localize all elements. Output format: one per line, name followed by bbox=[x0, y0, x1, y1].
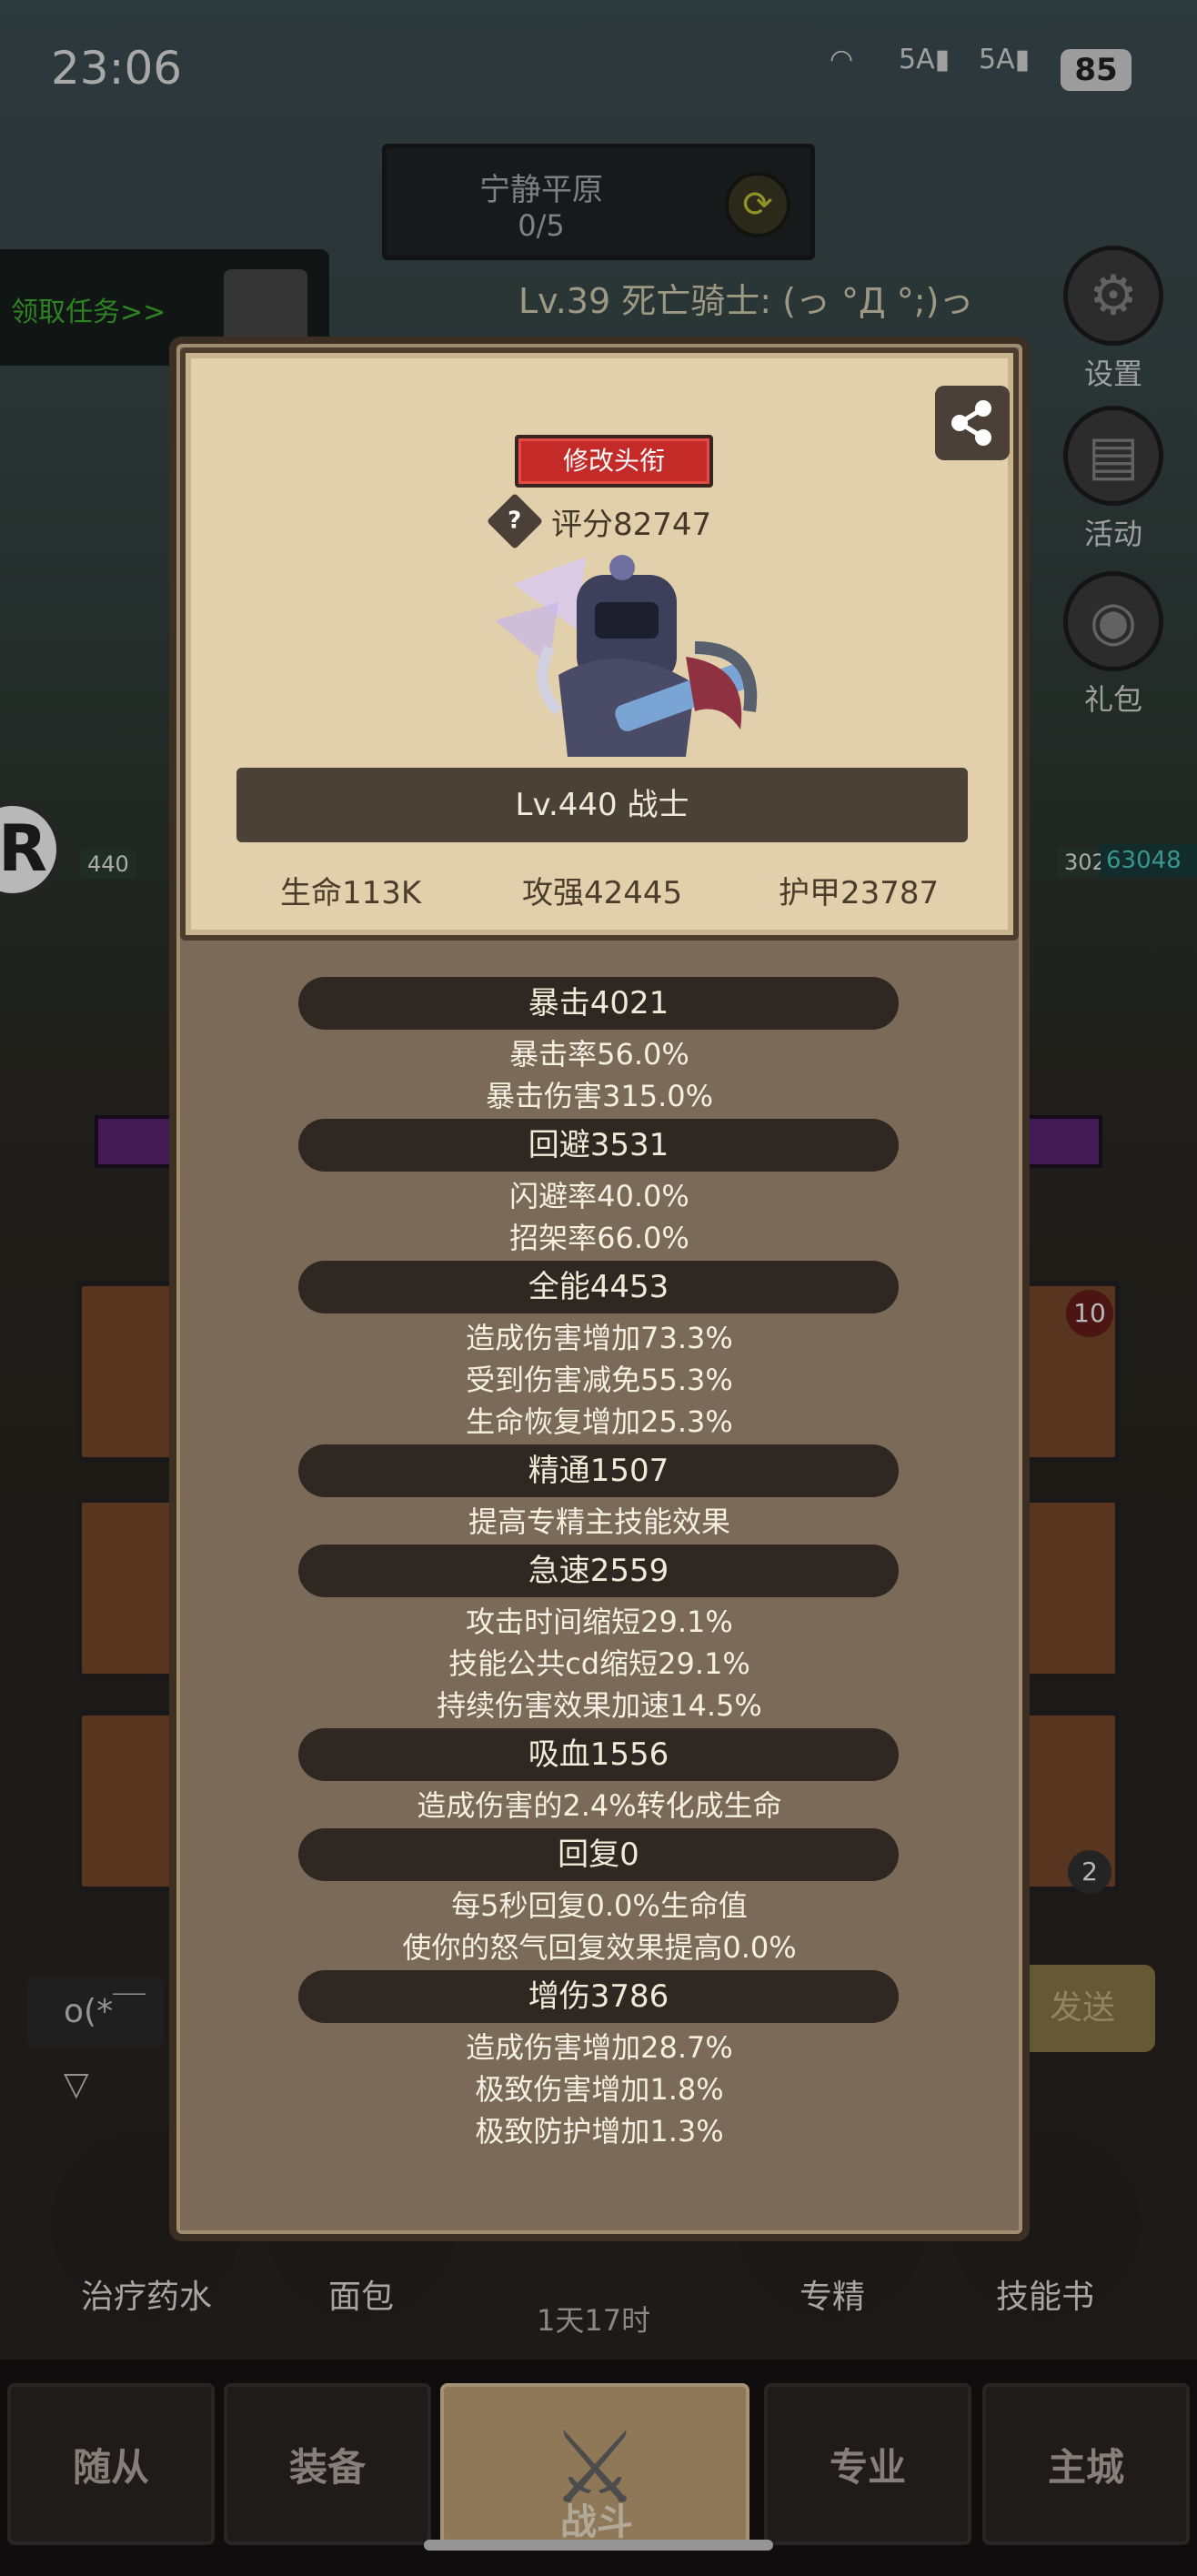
hp-stat: 生命113K bbox=[280, 875, 422, 911]
share-icon bbox=[951, 400, 991, 446]
main-stats-row: 生命113K 攻强42445 护甲23787 bbox=[186, 859, 1024, 913]
stat-line: 持续伤害效果加速14.5% bbox=[437, 1688, 762, 1723]
stat-line: 造成伤害增加73.3% bbox=[466, 1321, 733, 1355]
stat-line: 造成伤害增加28.7% bbox=[466, 2030, 733, 2065]
section-header-crit: 暴击4021 bbox=[298, 977, 899, 1030]
section-header-lifesteal: 吸血1556 bbox=[298, 1728, 899, 1781]
section-header-regen: 回复0 bbox=[298, 1828, 899, 1881]
stat-line: 每5秒回复0.0%生命值 bbox=[451, 1888, 748, 1923]
stat-line: 生命恢复增加25.3% bbox=[466, 1404, 733, 1439]
stat-line: 造成伤害的2.4%转化成生命 bbox=[417, 1788, 782, 1823]
stat-line: 使你的怒气回复效果提高0.0% bbox=[402, 1930, 797, 1965]
question-icon[interactable]: ? bbox=[486, 492, 544, 550]
stat-line: 招架率66.0% bbox=[509, 1221, 689, 1255]
section-header-versatility: 全能4453 bbox=[298, 1261, 899, 1313]
section-header-haste: 急速2559 bbox=[298, 1545, 899, 1597]
score-label: 评分82747 bbox=[551, 506, 712, 543]
stat-line: 暴击伤害315.0% bbox=[485, 1079, 714, 1113]
share-button[interactable] bbox=[935, 386, 1010, 460]
profile-card: 修改头衔 ? 评分82747 Lv.440 战士 生命113K 攻强42445 … bbox=[180, 347, 1019, 941]
section-header-damage-bonus: 增伤3786 bbox=[298, 1970, 899, 2023]
stat-line: 暴击率56.0% bbox=[509, 1037, 689, 1072]
hero-level-banner: Lv.440 战士 bbox=[236, 768, 968, 842]
stat-line: 闪避率40.0% bbox=[509, 1179, 689, 1213]
stat-line: 攻击时间缩短29.1% bbox=[466, 1605, 733, 1639]
section-header-avoid: 回避3531 bbox=[298, 1119, 899, 1172]
armor-stat: 护甲23787 bbox=[779, 875, 940, 911]
attack-stat: 攻强42445 bbox=[522, 875, 683, 911]
character-stats-modal: 修改头衔 ? 评分82747 Lv.440 战士 生命113K 攻强42445 … bbox=[169, 337, 1030, 2241]
stat-line: 极致防护增加1.3% bbox=[475, 2114, 724, 2148]
score-row: ? 评分82747 bbox=[486, 492, 712, 550]
stat-line: 受到伤害减免55.3% bbox=[466, 1363, 733, 1397]
stat-line: 提高专精主技能效果 bbox=[468, 1504, 730, 1539]
stat-line: 技能公共cd缩短29.1% bbox=[448, 1646, 750, 1681]
edit-title-button[interactable]: 修改头衔 bbox=[515, 435, 713, 488]
section-header-mastery: 精通1507 bbox=[298, 1444, 899, 1497]
hero-portrait bbox=[495, 555, 758, 757]
stat-line: 极致伤害增加1.8% bbox=[475, 2072, 724, 2107]
